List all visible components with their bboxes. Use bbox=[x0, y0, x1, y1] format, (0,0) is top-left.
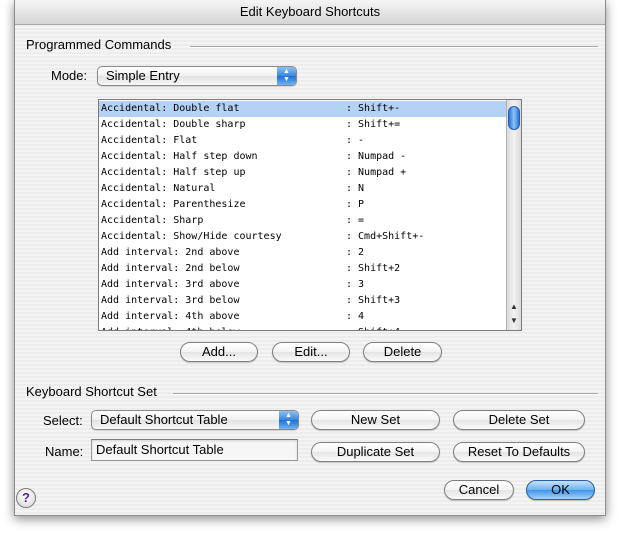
window-title: Edit Keyboard Shortcuts bbox=[15, 0, 605, 25]
mode-popup-value: Simple Entry bbox=[106, 68, 180, 83]
shortcuts-list[interactable]: Accidental: Double flat: Shift+- Accident… bbox=[98, 99, 522, 331]
shortcut-table-popup-value: Default Shortcut Table bbox=[100, 412, 228, 427]
name-field[interactable]: Default Shortcut Table bbox=[91, 439, 298, 461]
shortcut-key: : Shift+3 bbox=[346, 295, 401, 306]
shortcut-command: Accidental: Double sharp bbox=[101, 119, 246, 130]
shortcut-command: Accidental: Half step down bbox=[101, 151, 258, 162]
shortcut-row[interactable]: Accidental: Natural : N bbox=[99, 181, 506, 197]
shortcut-row[interactable]: Accidental: Half step up : Numpad + bbox=[99, 165, 506, 181]
shortcut-key: : Shift+4 bbox=[346, 325, 400, 330]
cancel-button[interactable]: Cancel bbox=[444, 480, 514, 500]
shortcut-key: : 2 bbox=[346, 247, 365, 258]
shortcut-command: Accidental: Sharp bbox=[101, 215, 204, 226]
shortcut-row[interactable]: Accidental: Sharp : = bbox=[99, 213, 506, 229]
shortcuts-list-scrollbar[interactable]: ▲ ▼ bbox=[506, 100, 521, 330]
shortcut-row[interactable]: Accidental: Flat : - bbox=[99, 133, 506, 149]
shortcut-row[interactable]: Accidental: Parenthesize : P bbox=[99, 197, 506, 213]
mode-popup[interactable]: Simple Entry ▲ ▼ bbox=[97, 66, 297, 86]
reset-to-defaults-button[interactable]: Reset To Defaults bbox=[453, 442, 585, 462]
shortcut-command: Add interval: 3rd above bbox=[101, 279, 240, 290]
keyboard-shortcut-set-heading: Keyboard Shortcut Set bbox=[26, 384, 157, 399]
shortcut-row[interactable]: Add interval: 4th below : Shift+4 bbox=[99, 325, 506, 330]
shortcut-command: Accidental: Parenthesize bbox=[101, 199, 246, 210]
programmed-commands-heading: Programmed Commands bbox=[26, 37, 172, 52]
question-mark-icon[interactable]: ? bbox=[16, 488, 36, 508]
shortcut-command: Accidental: Show/Hide courtesy bbox=[101, 231, 282, 242]
shortcut-command: Add interval: 3rd below bbox=[101, 295, 240, 306]
scroll-up-arrow-icon[interactable]: ▲ bbox=[507, 301, 521, 313]
shortcut-set-divider bbox=[173, 393, 598, 395]
shortcut-row[interactable]: Add interval: 2nd above : 2 bbox=[99, 245, 506, 261]
scroll-down-arrow-icon[interactable]: ▼ bbox=[507, 315, 521, 327]
edit-button[interactable]: Edit... bbox=[272, 342, 350, 362]
shortcut-key: : N bbox=[346, 183, 365, 194]
scrollbar-thumb[interactable] bbox=[508, 106, 520, 130]
shortcut-key: : 3 bbox=[346, 279, 365, 290]
shortcut-key: : = bbox=[346, 215, 365, 226]
shortcut-key: : 4 bbox=[346, 311, 365, 322]
shortcut-command: Add interval: 4th below bbox=[101, 325, 239, 330]
name-label: Name: bbox=[45, 444, 84, 459]
shortcut-command: Accidental: Half step up bbox=[101, 167, 246, 178]
shortcut-row[interactable]: Accidental: Half step down : Numpad - bbox=[99, 149, 506, 165]
shortcut-key: : Shift+- bbox=[346, 103, 401, 114]
up-down-arrows-icon: ▲ ▼ bbox=[277, 67, 296, 85]
shortcut-row[interactable]: Add interval: 4th above : 4 bbox=[99, 309, 506, 325]
shortcut-key: : Numpad - bbox=[346, 151, 407, 162]
new-set-button[interactable]: New Set bbox=[311, 410, 440, 430]
shortcut-row[interactable]: Add interval: 3rd above : 3 bbox=[99, 277, 506, 293]
shortcut-key: : Cmd+Shift+- bbox=[346, 231, 425, 242]
shortcut-key: : Numpad + bbox=[346, 167, 407, 178]
add-button[interactable]: Add... bbox=[180, 342, 258, 362]
shortcut-key: : - bbox=[346, 135, 365, 146]
delete-button[interactable]: Delete bbox=[363, 342, 442, 362]
shortcut-row[interactable]: Accidental: Show/Hide courtesy : Cmd+Shif… bbox=[99, 229, 506, 245]
shortcut-key: : P bbox=[346, 199, 365, 210]
shortcut-row[interactable]: Add interval: 2nd below : Shift+2 bbox=[99, 261, 506, 277]
shortcut-row[interactable]: Add interval: 3rd below : Shift+3 bbox=[99, 293, 506, 309]
shortcut-command: Accidental: Double flat bbox=[101, 103, 240, 114]
shortcut-table-popup[interactable]: Default Shortcut Table ▲ ▼ bbox=[91, 410, 299, 430]
delete-set-button[interactable]: Delete Set bbox=[453, 410, 585, 430]
duplicate-set-button[interactable]: Duplicate Set bbox=[311, 442, 440, 462]
ok-button[interactable]: OK bbox=[526, 480, 595, 500]
shortcut-command: Add interval: 2nd above bbox=[101, 247, 240, 258]
shortcut-key: : Shift+= bbox=[346, 119, 401, 130]
up-down-arrows-icon: ▲ ▼ bbox=[279, 411, 298, 429]
programmed-commands-divider bbox=[190, 46, 598, 48]
shortcut-row[interactable]: Accidental: Double sharp : Shift+= bbox=[99, 117, 506, 133]
select-label: Select: bbox=[43, 413, 83, 428]
edit-keyboard-shortcuts-dialog: Edit Keyboard Shortcuts Programmed Comma… bbox=[14, 0, 606, 516]
shortcut-command: Accidental: Natural bbox=[101, 183, 216, 194]
mode-label: Mode: bbox=[51, 68, 88, 83]
shortcut-command: Accidental: Flat bbox=[101, 135, 198, 146]
shortcut-row[interactable]: Accidental: Double flat : Shift+- bbox=[99, 101, 506, 117]
shortcut-key: : Shift+2 bbox=[346, 263, 401, 274]
shortcut-command: Add interval: 4th above bbox=[101, 311, 240, 322]
shortcut-command: Add interval: 2nd below bbox=[101, 263, 240, 274]
shortcuts-list-rows: Accidental: Double flat: Shift+- Accident… bbox=[99, 101, 506, 330]
